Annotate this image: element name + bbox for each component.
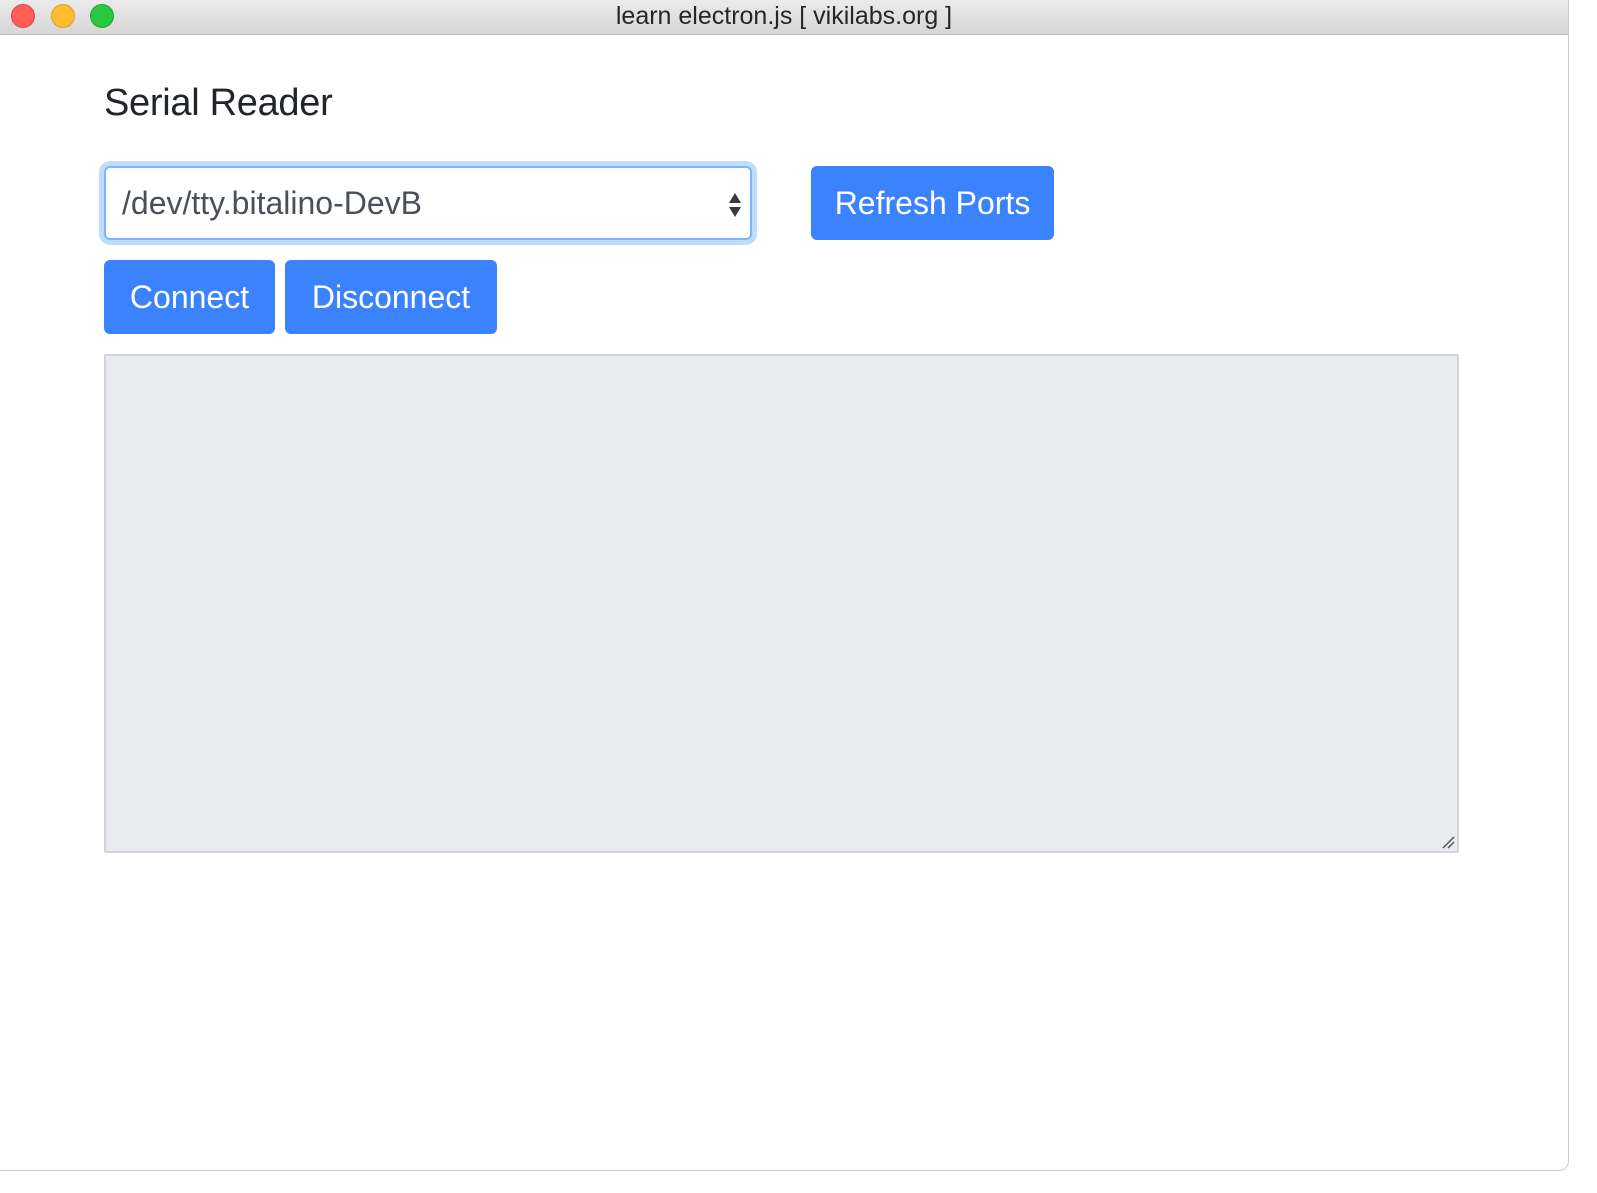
serial-output-textarea[interactable] (104, 354, 1459, 853)
disconnect-button[interactable]: Disconnect (285, 260, 497, 334)
page-title: Serial Reader (104, 82, 333, 124)
resize-handle-icon[interactable] (1439, 833, 1455, 849)
connect-button[interactable]: Connect (104, 260, 275, 334)
title-bar[interactable]: learn electron.js [ vikilabs.org ] (0, 0, 1568, 35)
app-window: learn electron.js [ vikilabs.org ] Seria… (0, 0, 1569, 1171)
port-select-value: /dev/tty.bitalino-DevB (122, 185, 422, 221)
refresh-ports-button[interactable]: Refresh Ports (811, 166, 1054, 240)
window-title: learn electron.js [ vikilabs.org ] (615, 2, 953, 30)
updown-arrows-icon (729, 193, 741, 217)
port-select[interactable]: /dev/tty.bitalino-DevB (104, 166, 752, 240)
